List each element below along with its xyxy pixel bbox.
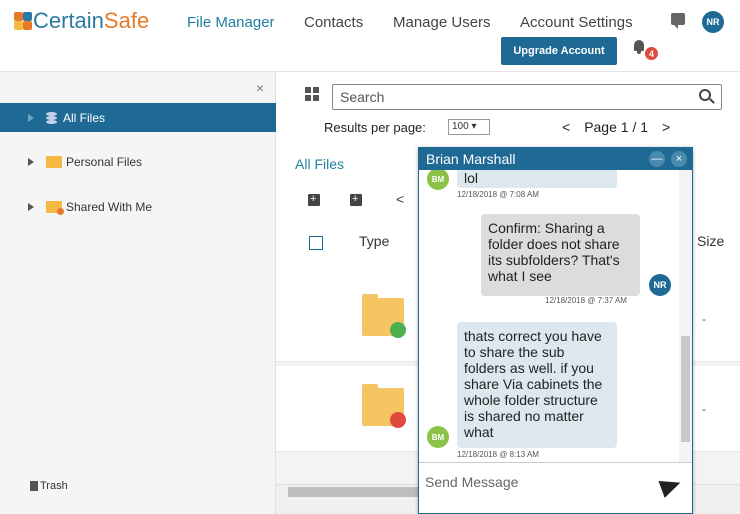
shared-folder-icon [362,294,406,338]
column-header-type[interactable]: Type [359,233,389,249]
sidebar-item-shared-with-me[interactable]: Shared With Me [0,192,276,221]
minimize-icon[interactable]: — [649,151,665,167]
send-icon[interactable] [658,474,684,498]
chat-header: Brian Marshall — × [419,148,692,170]
logo-icon [14,12,32,30]
chat-message: lol [457,170,617,188]
shared-folder-icon [46,200,64,215]
prev-page-button[interactable]: < [562,119,570,135]
expand-arrow-icon[interactable] [28,202,34,211]
chat-message: Confirm: Sharing a folder does not share… [481,214,640,296]
file-size: - [702,312,706,326]
expand-arrow-icon[interactable] [28,157,34,166]
message-timestamp: 12/18/2018 @ 7:37 AM [545,296,627,305]
sidebar-close-icon[interactable]: × [256,80,264,96]
avatar: BM [427,170,449,190]
close-icon[interactable]: × [671,151,687,167]
top-navbar: Certain Safe File Manager Contacts Manage… [0,0,740,72]
certainsafe-logo[interactable]: Certain Safe [14,8,149,34]
select-all-checkbox[interactable] [309,236,323,250]
message-timestamp: 12/18/2018 @ 8:13 AM [457,450,539,459]
sidebar-item-personal-files[interactable]: Personal Files [0,147,276,176]
pagination: < Page 1 / 1 > [562,119,670,135]
next-page-button[interactable]: > [662,119,670,135]
user-folder-icon [362,384,406,428]
trash-label: Trash [40,480,68,492]
send-message-input[interactable]: Send Message [425,474,518,490]
sidebar-item-label: All Files [63,110,106,125]
user-badge-icon [390,412,406,428]
chat-composer: Send Message [419,462,692,513]
notification-badge: 4 [645,47,658,60]
new-folder-icon[interactable]: + [308,194,320,206]
chat-message: thats correct you have to share the sub … [457,322,617,448]
folder-sidebar: × All Files Personal Files Shared With M… [0,72,276,514]
share-badge-icon [390,322,406,338]
search-icon[interactable] [699,89,711,101]
sidebar-item-label: Shared With Me [66,199,153,214]
bell-icon[interactable] [633,40,645,54]
nav-file-manager[interactable]: File Manager [187,14,275,31]
page-indicator: Page 1 / 1 [584,119,649,135]
trash-icon [30,481,38,491]
database-icon [46,111,57,124]
file-size: - [702,402,706,416]
nav-account-settings[interactable]: Account Settings [520,14,633,31]
sidebar-item-all-files[interactable]: All Files [0,103,276,132]
logo-text-safe: Safe [103,8,150,33]
sidebar-item-label: Personal Files [66,154,143,169]
trash-link[interactable]: Trash [30,480,68,492]
results-per-page-label: Results per page: [324,120,426,135]
add-file-icon[interactable]: + [350,194,362,206]
results-per-page-select[interactable]: 100 ▾ [448,119,490,135]
chat-scrollbar[interactable] [679,170,692,462]
chat-messages: lol BM 12/18/2018 @ 7:08 AM Confirm: Sha… [419,170,692,462]
nav-manage-users[interactable]: Manage Users [393,14,491,31]
expand-arrow-icon[interactable] [28,113,34,122]
search-input[interactable]: Search [332,84,722,110]
upgrade-account-button[interactable]: Upgrade Account [501,37,617,65]
results-per-page-value: 100 [452,121,469,132]
avatar: NR [649,274,671,296]
chat-window: Brian Marshall — × lol BM 12/18/2018 @ 7… [418,147,693,514]
chat-message-text: lol [464,170,479,186]
nav-contacts[interactable]: Contacts [304,14,363,31]
column-header-size[interactable]: Size [697,233,724,249]
chat-icon[interactable] [671,13,685,29]
grid-view-icon[interactable] [305,87,319,101]
logo-text-certain: Certain [33,8,104,33]
chat-message-text: thats correct you have to share the sub … [464,328,603,440]
chat-message-text: Confirm: Sharing a folder does not share… [488,220,620,284]
message-timestamp: 12/18/2018 @ 7:08 AM [457,190,539,199]
chat-title: Brian Marshall [426,151,516,167]
breadcrumb[interactable]: All Files [295,156,344,172]
folder-icon [46,155,62,168]
avatar: BM [427,426,449,448]
user-avatar[interactable]: NR [702,11,724,33]
share-icon[interactable]: < [394,192,406,206]
